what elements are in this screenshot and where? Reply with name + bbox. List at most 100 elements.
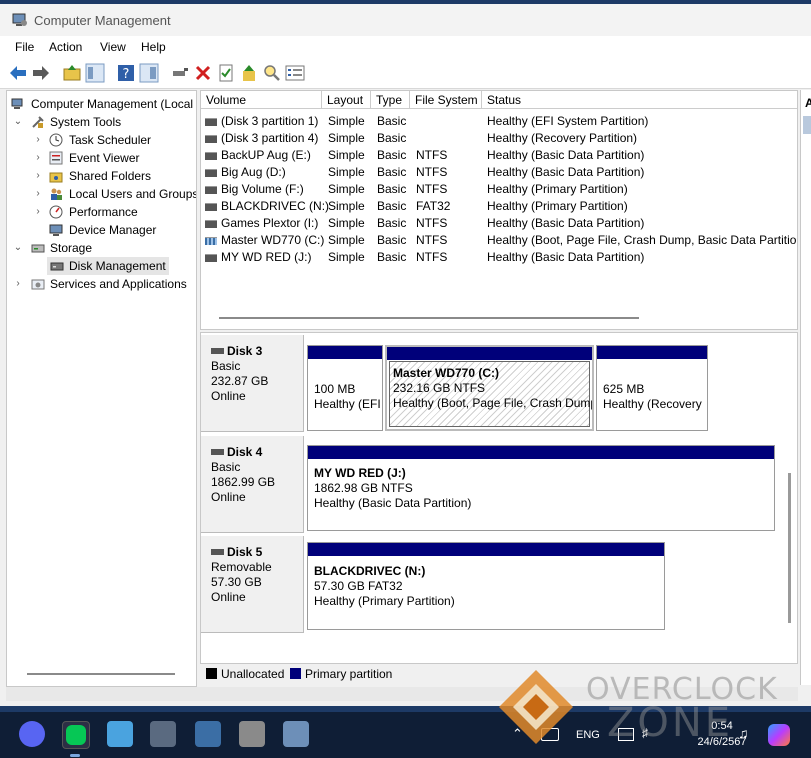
- chevron-down-icon[interactable]: ⌄: [13, 113, 23, 131]
- chevron-right-icon[interactable]: ›: [33, 131, 43, 149]
- menu-view[interactable]: View: [100, 40, 126, 54]
- chevron-right-icon[interactable]: ›: [33, 185, 43, 203]
- horizontal-scrollbar[interactable]: [27, 673, 175, 675]
- column-header-volume[interactable]: Volume: [201, 91, 322, 109]
- storage-icon: [31, 244, 45, 253]
- tree-item-device-manager[interactable]: Device Manager: [7, 221, 196, 239]
- computer-management-icon: [11, 98, 23, 109]
- disk-4-label[interactable]: Disk 4 Basic 1862.99 GB Online: [201, 436, 304, 533]
- watermark-text-zone: ZONE: [607, 700, 734, 746]
- tree-item-computer-management[interactable]: Computer Management (Local: [7, 95, 196, 113]
- delete-icon[interactable]: [193, 63, 213, 83]
- overclock-zone-logo-icon: [499, 670, 573, 744]
- table-row[interactable]: Games Plextor (I:) Simple Basic NTFS Hea…: [201, 215, 797, 232]
- computer-management-window: Computer Management File Action View Hel…: [0, 4, 811, 706]
- vertical-scrollbar[interactable]: [788, 473, 791, 623]
- disk-3-label[interactable]: Disk 3 Basic 232.87 GB Online: [201, 335, 304, 432]
- notepad-icon[interactable]: [107, 721, 133, 747]
- table-row[interactable]: Big Aug (D:) Simple Basic NTFS Healthy (…: [201, 164, 797, 181]
- console-view-icon[interactable]: [139, 63, 159, 83]
- table-row[interactable]: BLACKDRIVEC (N:) Simple Basic FAT32 Heal…: [201, 198, 797, 215]
- active-indicator: [70, 754, 80, 757]
- legend-primary-partition: Primary partition: [305, 667, 393, 681]
- calculator-icon[interactable]: [150, 721, 176, 747]
- discord-icon[interactable]: [19, 721, 45, 747]
- tree-item-event-viewer[interactable]: › Event Viewer: [7, 149, 196, 167]
- navigation-tree: Computer Management (Local ⌄ System Tool…: [6, 90, 197, 687]
- chevron-right-icon[interactable]: ›: [33, 167, 43, 185]
- drive-icon: [205, 203, 217, 211]
- svg-text:?: ?: [123, 67, 130, 82]
- properties-icon[interactable]: [216, 63, 236, 83]
- tree-item-shared-folders[interactable]: › Shared Folders: [7, 167, 196, 185]
- disk-icon: [211, 449, 224, 455]
- tree-item-performance[interactable]: › Performance: [7, 203, 196, 221]
- primary-partition-swatch: [290, 668, 301, 679]
- back-arrow-icon[interactable]: [8, 63, 28, 83]
- chevron-right-icon[interactable]: ›: [33, 203, 43, 221]
- computer-management-taskbar-icon[interactable]: [283, 721, 309, 747]
- column-header-type[interactable]: Type: [371, 91, 410, 109]
- up-folder-icon[interactable]: [62, 63, 82, 83]
- actions-header: A: [805, 96, 811, 110]
- partition-recovery[interactable]: 625 MB Healthy (Recovery: [596, 345, 708, 431]
- table-row[interactable]: MY WD RED (J:) Simple Basic NTFS Healthy…: [201, 249, 797, 266]
- menu-action[interactable]: Action: [49, 40, 82, 54]
- shared-folders-icon: [49, 172, 63, 183]
- tree-item-local-users-and-groups[interactable]: › Local Users and Groups: [7, 185, 196, 203]
- table-row[interactable]: (Disk 3 partition 1) Simple Basic Health…: [201, 113, 797, 130]
- line-icon: [66, 725, 86, 745]
- drive-icon: [205, 135, 217, 143]
- connect-icon[interactable]: [170, 63, 190, 83]
- partition-blackdrivec[interactable]: BLACKDRIVEC (N:) 57.30 GB FAT32 Healthy …: [307, 542, 665, 630]
- table-row[interactable]: BackUP Aug (E:) Simple Basic NTFS Health…: [201, 147, 797, 164]
- tree-item-storage[interactable]: ⌄ Storage: [7, 239, 196, 257]
- tree-item-task-scheduler[interactable]: › Task Scheduler: [7, 131, 196, 149]
- horizontal-scrollbar[interactable]: [219, 317, 639, 319]
- drive-icon: [205, 169, 217, 177]
- partition-efi[interactable]: 100 MB Healthy (EFI: [307, 345, 383, 431]
- list-view-icon[interactable]: [285, 63, 305, 83]
- tree-item-system-tools[interactable]: ⌄ System Tools: [7, 113, 196, 131]
- chevron-right-icon[interactable]: ›: [33, 149, 43, 167]
- menu-file[interactable]: File: [15, 40, 34, 54]
- forward-arrow-icon[interactable]: [31, 63, 51, 83]
- menu-help[interactable]: Help: [141, 40, 166, 54]
- table-row[interactable]: Big Volume (F:) Simple Basic NTFS Health…: [201, 181, 797, 198]
- chevron-down-icon[interactable]: ⌄: [13, 239, 23, 257]
- drive-icon: [205, 254, 217, 262]
- line-app-button[interactable]: [62, 721, 90, 749]
- tree-item-services-and-applications[interactable]: › Services and Applications: [7, 275, 196, 293]
- copilot-icon[interactable]: [768, 724, 790, 746]
- tree-item-disk-management[interactable]: Disk Management: [47, 257, 169, 275]
- resource-monitor-icon[interactable]: [195, 721, 221, 747]
- legend-unallocated: Unallocated: [221, 667, 285, 681]
- partition-master-wd770[interactable]: Master WD770 (C:) 232.16 GB NTFS Healthy…: [385, 345, 594, 431]
- search-icon[interactable]: [262, 63, 282, 83]
- input-language[interactable]: ENG: [576, 729, 600, 741]
- disk-map: Disk 3 Basic 232.87 GB Online 100 MB Hea…: [200, 332, 798, 664]
- column-header-file-system[interactable]: File System: [410, 91, 482, 109]
- drive-icon: [205, 152, 217, 160]
- device-manager-taskbar-icon[interactable]: [239, 721, 265, 747]
- toolbar: ?: [0, 58, 811, 89]
- chevron-right-icon[interactable]: ›: [13, 275, 23, 293]
- partition-my-wd-red[interactable]: MY WD RED (J:) 1862.98 GB NTFS Healthy (…: [307, 445, 775, 531]
- export-icon[interactable]: [239, 63, 259, 83]
- users-icon: [51, 188, 62, 200]
- disk-5-label[interactable]: Disk 5 Removable 57.30 GB Online: [201, 536, 304, 633]
- device-manager-icon: [49, 224, 63, 236]
- column-header-status[interactable]: Status: [482, 91, 797, 109]
- menu-bar: File Action View Help: [0, 36, 811, 58]
- column-header-layout[interactable]: Layout: [322, 91, 371, 109]
- show-hide-tree-icon[interactable]: [85, 63, 105, 83]
- actions-item[interactable]: [803, 116, 811, 134]
- help-icon[interactable]: ?: [116, 63, 136, 83]
- drive-icon: [205, 186, 217, 194]
- table-row[interactable]: Master WD770 (C:) Simple Basic NTFS Heal…: [201, 232, 797, 249]
- table-row[interactable]: (Disk 3 partition 4) Simple Basic Health…: [201, 130, 797, 147]
- disk-management-icon: [50, 262, 64, 271]
- system-drive-icon: [205, 237, 217, 245]
- notification-bell-icon[interactable]: ♫: [738, 725, 749, 741]
- computer-management-icon: [12, 13, 27, 26]
